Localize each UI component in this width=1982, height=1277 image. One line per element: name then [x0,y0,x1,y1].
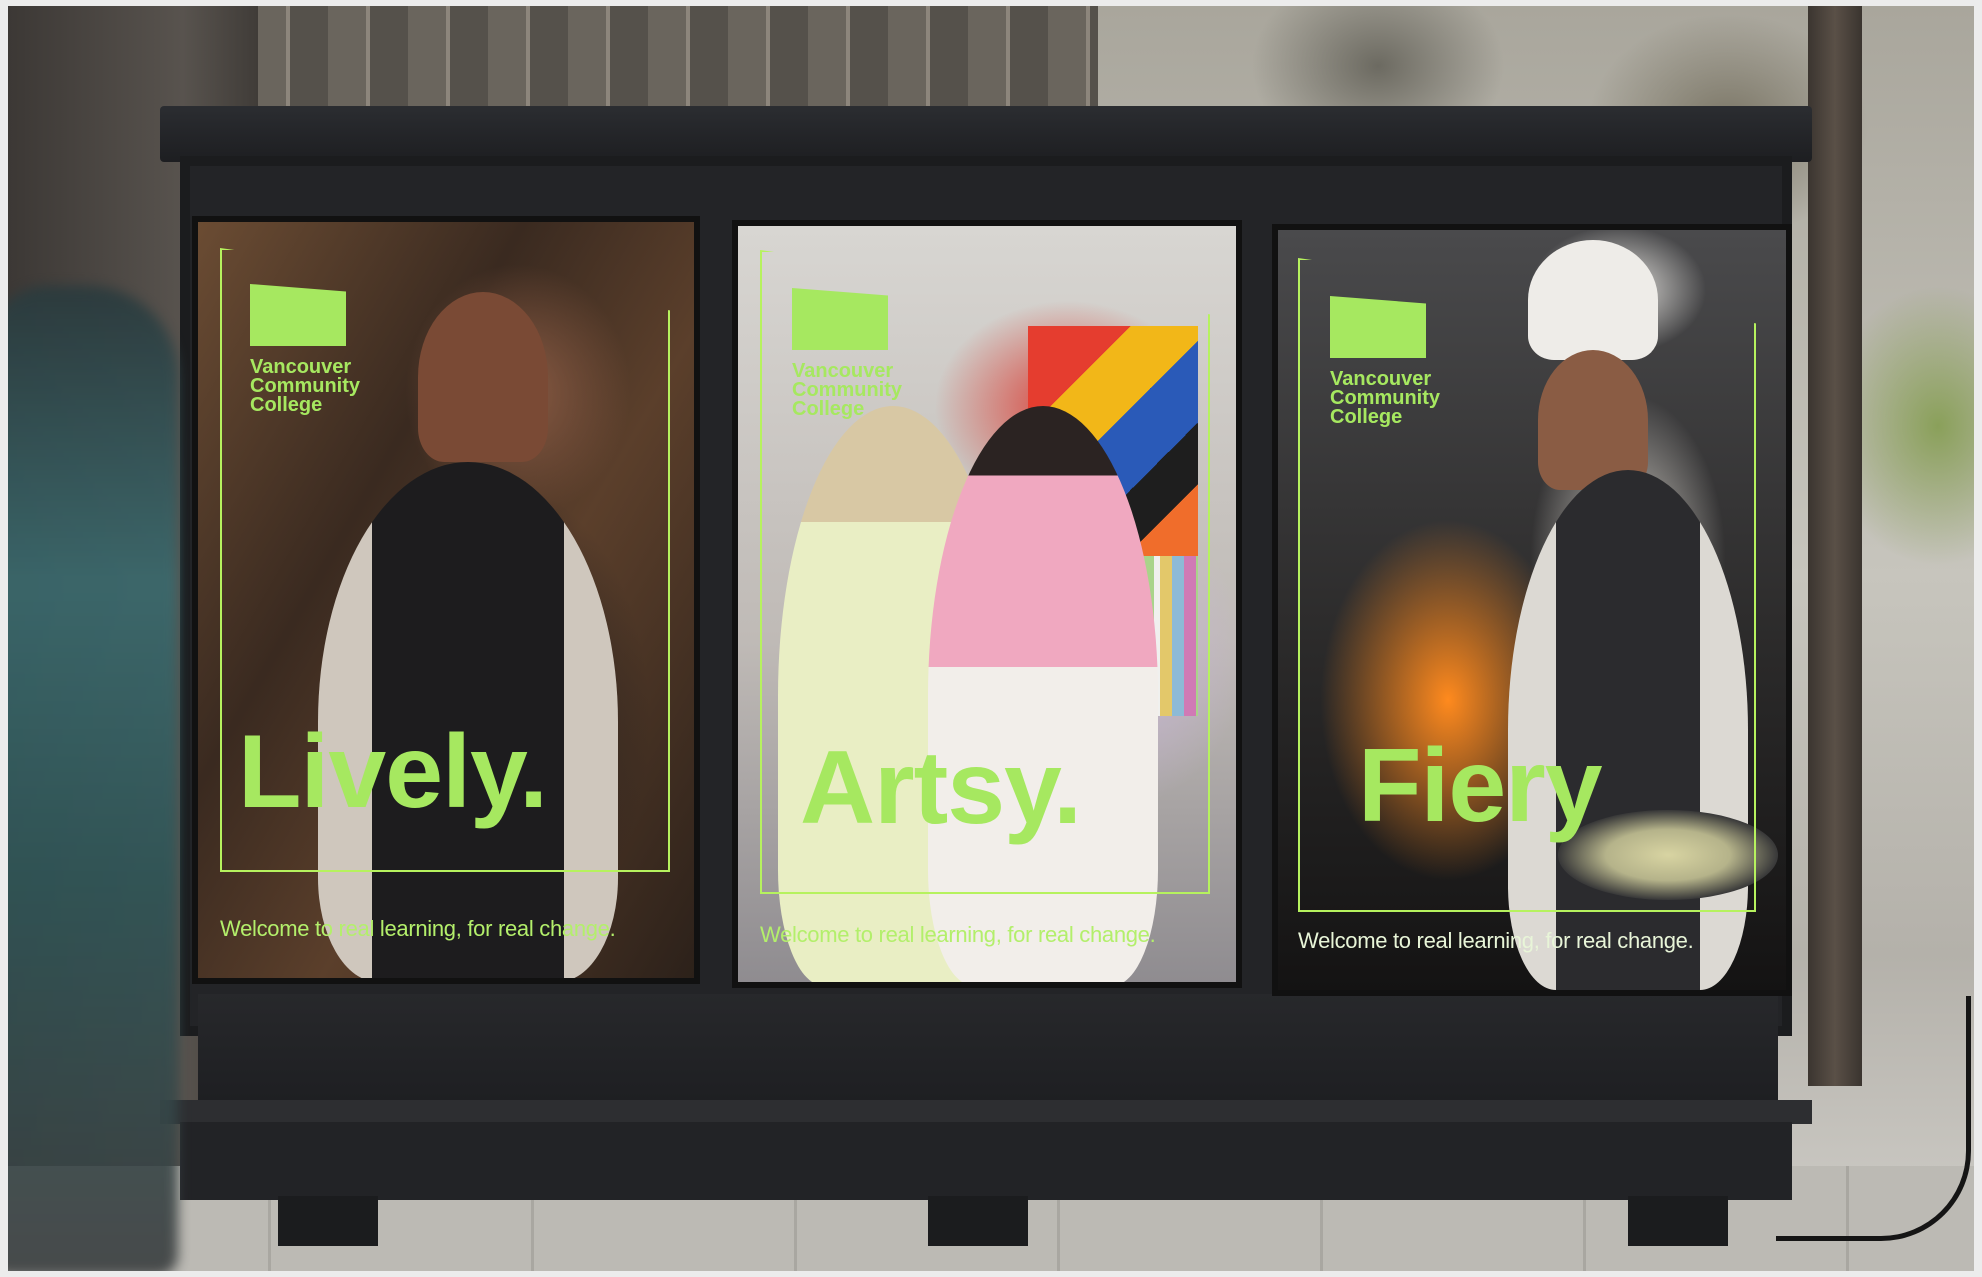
billboard-plinth [180,1122,1792,1200]
vcc-logo-text: Vancouver Community College [792,360,902,420]
poster-headline: Lively. [238,714,548,830]
billboard-foot [1628,1196,1728,1246]
billboard-roof [160,106,1812,162]
poster-tagline: Welcome to real learning, for real chang… [760,922,1156,947]
vcc-logo-mark [792,288,888,350]
vcc-logo-mark [250,284,346,346]
poster-tagline: Welcome to real learning, for real chang… [220,916,616,941]
vcc-logo-text: Vancouver Community College [250,356,360,416]
billboard-foot [928,1196,1028,1246]
poster-headline: Fiery [1358,728,1603,844]
tree-trunk [1808,6,1862,1086]
billboard-skirt [160,1100,1812,1124]
poster-headline: Artsy. [800,730,1082,846]
poster-lively: Vancouver Community College Lively. Welc… [192,216,700,984]
poster-artsy: Vancouver Community College Artsy. Welco… [732,220,1242,988]
poster-fiery: Vancouver Community College Fiery Welcom… [1272,224,1792,996]
billboard-foot [278,1196,378,1246]
vcc-logo-mark [1330,296,1426,358]
blurred-pedestrian [8,286,178,1271]
billboard-base [198,994,1778,1102]
vcc-logo-text: Vancouver Community College [1330,368,1440,428]
power-cable [1776,996,1971,1241]
poster-tagline: Welcome to real learning, for real chang… [1298,928,1694,953]
street-scene: Vancouver Community College Lively. Welc… [8,6,1974,1271]
